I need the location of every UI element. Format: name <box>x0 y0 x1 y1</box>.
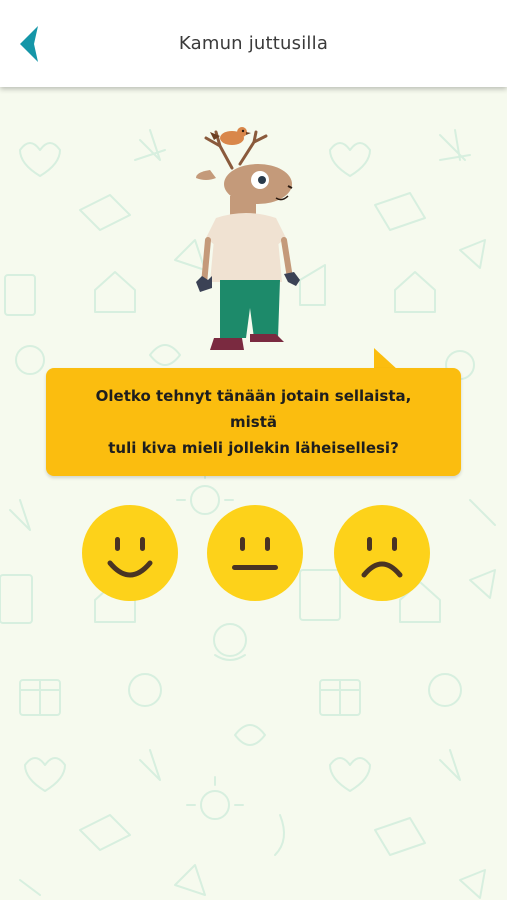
question-text: Oletko tehnyt tänään jotain sellaista, m… <box>95 387 412 457</box>
sad-face-button[interactable] <box>334 505 430 601</box>
chevron-left-icon <box>20 26 38 62</box>
page-title: Kamun juttusilla <box>178 33 329 54</box>
neutral-face-button[interactable] <box>207 505 303 601</box>
sad-face-icon <box>361 537 403 578</box>
app-screen: Kamun juttusilla Oletko tehnyt tänään jo… <box>0 0 507 900</box>
bubble-tail <box>374 348 398 370</box>
answer-options <box>0 505 507 605</box>
happy-face-icon <box>107 537 153 578</box>
happy-face-button[interactable] <box>82 505 178 601</box>
neutral-face-icon <box>232 537 278 570</box>
deer-mascot-illustration <box>196 127 300 350</box>
back-button[interactable] <box>14 22 54 66</box>
question-speech-bubble: Oletko tehnyt tänään jotain sellaista, m… <box>46 348 461 476</box>
app-header: Kamun juttusilla <box>0 0 507 87</box>
